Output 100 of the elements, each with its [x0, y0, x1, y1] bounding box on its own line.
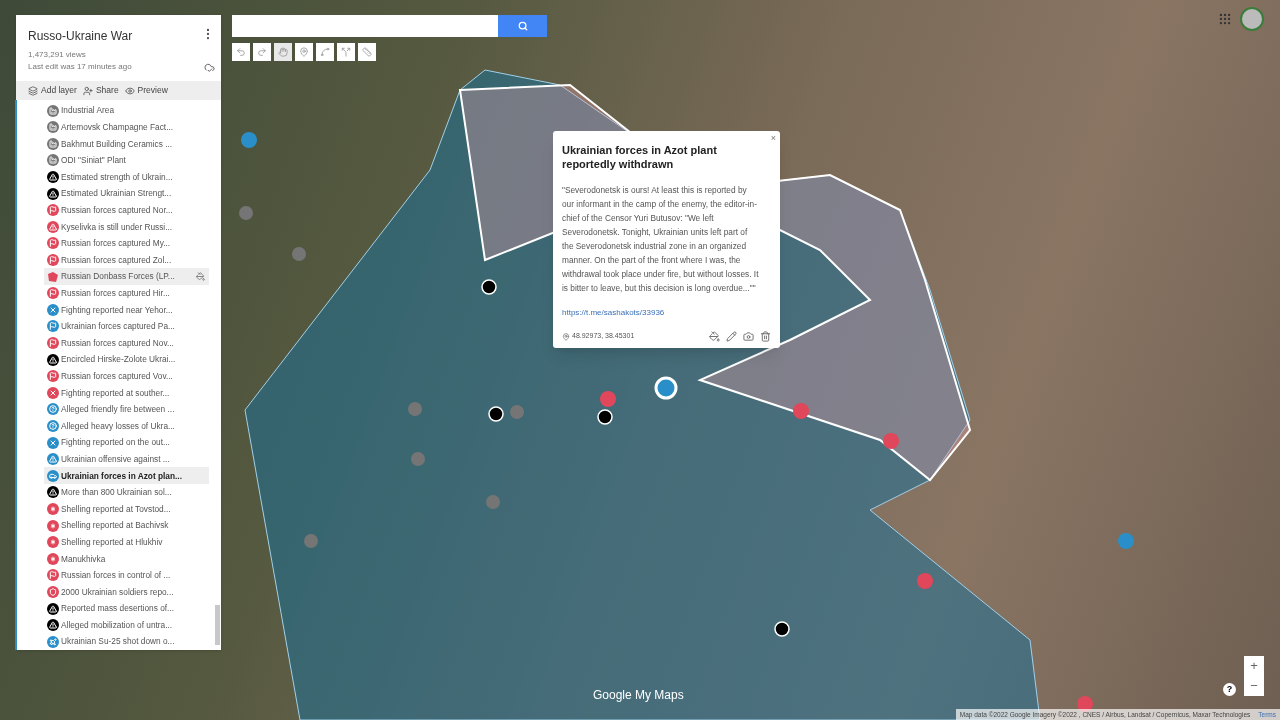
line-tool-button[interactable] [316, 43, 334, 61]
layer-item[interactable]: Encircled Hirske-Zolote Ukrai... [44, 351, 209, 368]
undo-tool-button[interactable] [232, 43, 250, 61]
layer-item[interactable]: Fighting reported near Yehor... [44, 301, 209, 319]
route-icon [341, 47, 351, 57]
layer-item-label: Industrial Area [61, 104, 116, 117]
layer-item[interactable]: Alleged heavy losses of Ukra... [44, 417, 209, 435]
scrollbar[interactable] [215, 605, 220, 645]
layer-item[interactable]: Russian forces captured Vov... [44, 367, 209, 385]
layer-item-label: Shelling reported at Bachivsk [61, 519, 170, 532]
share-icon [82, 85, 93, 96]
layer-item-label: Fighting reported on the out... [61, 436, 171, 449]
layer-item-label: Russian Donbass Forces (LP... [61, 270, 176, 283]
layer-item-label: Shelling reported at Hlukhiv [61, 535, 164, 549]
layer-item[interactable]: Russian forces in control of ... [44, 567, 209, 584]
layer-item-label: Alleged friendly fire between ... [61, 403, 176, 416]
search-field[interactable] [232, 15, 498, 37]
layer-item[interactable]: Russian forces captured Nor... [44, 201, 209, 219]
layer-item[interactable]: Alleged friendly fire between ... [44, 401, 209, 418]
close-button[interactable]: × [770, 132, 776, 146]
layer-item[interactable]: Shelling reported at Bachivsk [44, 517, 209, 534]
layer-item-label: Russian forces captured Vov... [61, 370, 174, 383]
layer-item-label: Shelling reported at Tovstod... [61, 502, 172, 516]
apps-icon[interactable] [1218, 12, 1232, 26]
marker-tool-button[interactable] [295, 43, 313, 61]
layer-item-label: Russian forces in control of ... [61, 569, 172, 582]
layer-item-label: Kyselivka is still under Russi... [61, 220, 174, 234]
layer-item[interactable]: 2000 Ukrainian soldiers repo... [44, 583, 209, 601]
layer-item-label: Manukhivka [61, 552, 107, 565]
layer-item[interactable]: Ukrainian offensive against ... [44, 450, 209, 468]
layer-item-label: Russian forces captured Nov... [61, 336, 175, 350]
layer-item[interactable]: Alleged mobilization of untra... [44, 616, 209, 634]
layer-item[interactable]: Reported mass desertions of... [44, 600, 209, 617]
layer-item-label: Ukrainian forces captured Pa... [61, 320, 176, 333]
cloud-icon [204, 61, 215, 73]
layer-item[interactable]: Artemovsk Champagne Fact... [44, 119, 209, 136]
redo-icon [257, 47, 267, 57]
last-edit-text: Last edit was 17 minutes ago [28, 61, 132, 73]
ruler-tool-button[interactable] [358, 43, 376, 61]
layer-item[interactable]: Russian forces captured Nov... [44, 334, 209, 352]
layer-item[interactable]: Shelling reported at Tovstod... [44, 500, 209, 518]
search-icon [517, 21, 528, 31]
layer-item-label: Alleged mobilization of untra... [61, 618, 174, 632]
layer-item-label: Estimated Ukrainian Strengt... [61, 187, 173, 200]
layer-item[interactable]: Russian forces captured My... [44, 235, 209, 252]
preview-icon [124, 85, 135, 96]
paint-bucket-icon[interactable] [196, 272, 205, 282]
popup-title: Ukrainian forces in Azot plant reportedly withdrawn [562, 143, 718, 171]
delete-icon[interactable] [760, 331, 771, 342]
layer-item[interactable]: Fighting reported at souther... [44, 384, 209, 402]
layer-item[interactable]: Russian forces captured Zol... [44, 251, 209, 269]
camera-icon[interactable] [743, 331, 754, 342]
layer-item-label: Russian forces captured My... [61, 237, 172, 250]
paint-bucket-icon[interactable] [709, 331, 720, 342]
layer-item-label: Reported mass desertions of... [61, 602, 175, 615]
source-link[interactable]: https://t.me/sashakots/33936 [562, 307, 771, 319]
layer-item[interactable]: Bakhmut Building Ceramics ... [44, 135, 209, 153]
line-icon [320, 47, 330, 57]
redo-tool-button[interactable] [253, 43, 271, 61]
route-tool-button[interactable] [337, 43, 355, 61]
layer-item[interactable]: Fighting reported on the out... [44, 434, 209, 451]
layer-item-label: Ukrainian Su-25 shot down o... [61, 635, 176, 648]
logo: Google My Maps [593, 687, 684, 704]
action-button[interactable]: Share [82, 84, 119, 98]
layer-item-label: Artemovsk Champagne Fact... [61, 121, 175, 134]
layer-item[interactable]: Russian forces captured Hir... [44, 284, 209, 302]
layer-item-label: 2000 Ukrainian soldiers repo... [61, 585, 175, 599]
layer-item-label: Encircled Hirske-Zolote Ukrai... [61, 353, 177, 366]
edit-icon[interactable] [726, 331, 737, 342]
undo-icon [236, 47, 246, 57]
action-button[interactable]: Add layer [28, 84, 77, 98]
layer-item-label: Ukrainian offensive against ... [61, 452, 171, 466]
layer-item[interactable]: Kyselivka is still under Russi... [44, 218, 209, 236]
layer-item[interactable]: More than 800 Ukrainian sol... [44, 484, 209, 501]
layer-item[interactable]: Ukrainian forces captured Pa... [44, 318, 209, 335]
layer-item[interactable]: Shelling reported at Hlukhiv [44, 533, 209, 551]
layer-item-label: Bakhmut Building Ceramics ... [61, 137, 174, 151]
layer-item[interactable]: ODI "Siniat" Plant [44, 152, 209, 169]
layer-item[interactable]: Ukrainian forces in Azot plan... [44, 467, 209, 485]
zoom-in-button[interactable]: + [1244, 656, 1264, 676]
layer-item[interactable]: Manukhivka [44, 550, 209, 568]
zoom-out-button[interactable]: − [1244, 676, 1264, 696]
map-title: Russo-Ukraine War [28, 28, 133, 45]
search-button[interactable] [498, 15, 547, 37]
action-button[interactable]: Preview [124, 84, 168, 98]
layer-item[interactable]: Industrial Area [44, 102, 209, 119]
view-count: 1,473,291 views [27, 49, 87, 61]
layer-item-label: Ukrainian forces in Azot plan... [61, 469, 183, 482]
layer-item[interactable]: Estimated Ukrainian Strengt... [44, 185, 209, 202]
popup-description: "Severodonetsk is ours! At least this is reported by our informant in the camp of the enemy, the editor-in-chief of the Censor Yuri Butusov: "We left Severodonetsk. Tonight, Ukrainian units left part of the Severodonetsk industrial zone in an organized manner. On the part of the front where I was, the withdrawal took place under fire, but without losses. It is bitter to leave, but this decision is long overdue..."" [562, 184, 760, 295]
layer-item[interactable]: Ukrainian Su-25 shot down o... [44, 633, 209, 650]
hand-tool-button[interactable] [274, 43, 292, 61]
hand-icon [278, 47, 288, 57]
layer-item-label: Fighting reported near Yehor... [61, 303, 174, 317]
marker-icon [299, 47, 309, 57]
layer-item-label: Russian forces captured Zol... [61, 253, 173, 267]
layer-item[interactable]: Russian Donbass Forces (LP... [44, 268, 209, 285]
layer-item-label: Estimated strength of Ukrain... [61, 170, 174, 184]
layer-item[interactable]: Estimated strength of Ukrain... [44, 168, 209, 186]
layer-item-label: Russian forces captured Nor... [61, 204, 174, 217]
